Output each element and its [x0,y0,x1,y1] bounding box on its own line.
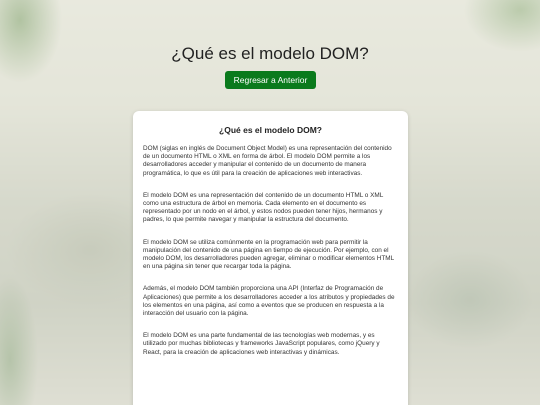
card-paragraph: El modelo DOM se utiliza comúnmente en l… [143,238,394,271]
page-content: ¿Qué es el modelo DOM? Regresar a Anteri… [0,0,540,405]
card-title: ¿Qué es el modelo DOM? [219,125,322,135]
page-title: ¿Qué es el modelo DOM? [171,44,369,63]
card-paragraph: El modelo DOM es una representación del … [143,191,384,224]
back-button[interactable]: Regresar a Anterior [225,71,316,89]
card-paragraph: Además, el modelo DOM también proporcion… [143,285,395,318]
card-paragraph: DOM (siglas en inglés de Document Object… [143,145,392,177]
content-card: ¿Qué es el modelo DOM? DOM (siglas en in… [133,111,408,405]
card-paragraph: El modelo DOM es una parte fundamental d… [143,332,380,356]
